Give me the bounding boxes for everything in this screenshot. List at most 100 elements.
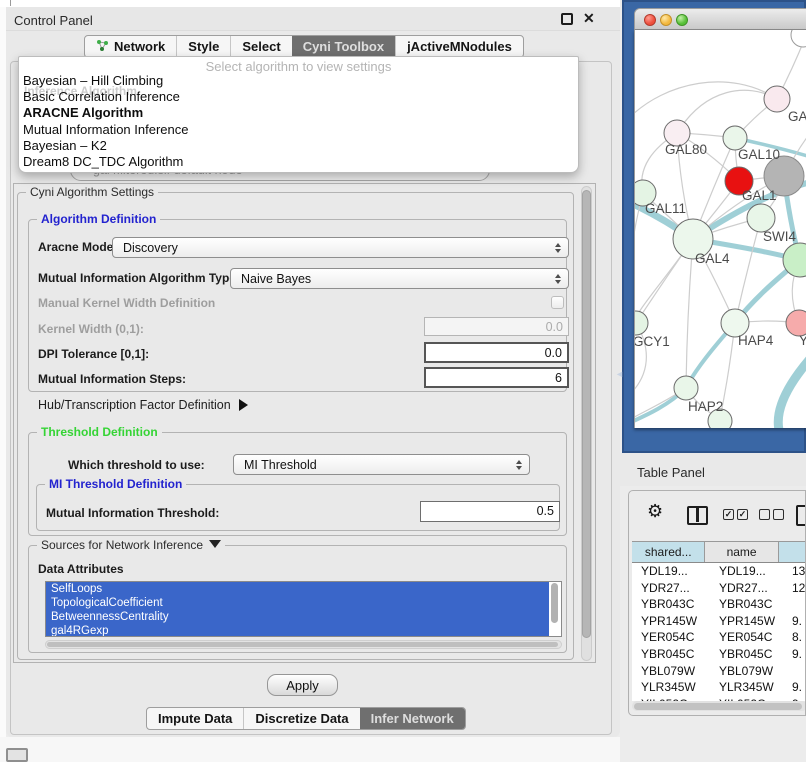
cell: 9. xyxy=(788,613,806,630)
mi-algorithm-type-value: Naive Bayes xyxy=(241,272,311,286)
mi-algorithm-type-combobox[interactable]: Naive Bayes xyxy=(230,268,569,289)
threshold-definition-title: Threshold Definition xyxy=(37,425,162,439)
float-panel-icon[interactable] xyxy=(561,13,573,25)
tab-network[interactable]: Network xyxy=(85,36,176,57)
tab-impute-label: Impute Data xyxy=(158,711,232,726)
split-panel-icon[interactable] xyxy=(687,506,708,525)
node-labels: GAL GAL80 GAL10 GAL1 GAL11 SWI4 GAL4 GCY… xyxy=(635,109,806,414)
cell: YDR27... xyxy=(632,580,710,597)
checked-box-icon[interactable]: ✓ xyxy=(737,509,748,520)
network-window-titlebar[interactable] xyxy=(634,8,806,30)
mi-threshold-label: Mutual Information Threshold: xyxy=(46,506,219,520)
top-strip xyxy=(0,0,620,7)
aracne-mode-value: Discovery xyxy=(123,241,178,255)
menu-item-aracne[interactable]: ARACNE Algorithm xyxy=(23,105,143,120)
tab-infer-network[interactable]: Infer Network xyxy=(360,708,465,729)
apply-button-label: Apply xyxy=(286,678,319,693)
unchecked-box-icon[interactable] xyxy=(759,509,770,520)
table-row[interactable]: YPR145WYPR145W9. xyxy=(632,613,806,630)
cell: YPR145W xyxy=(632,613,710,630)
docked-panel-icon[interactable] xyxy=(6,748,28,762)
column-header-shared-name[interactable]: shared... xyxy=(632,542,705,562)
tab-select[interactable]: Select xyxy=(230,36,291,57)
table-panel-title: Table Panel xyxy=(637,465,705,480)
panel-title: Control Panel xyxy=(14,13,93,28)
apply-button[interactable]: Apply xyxy=(267,674,338,696)
table-row[interactable]: YLR345WYLR345W9. xyxy=(632,679,806,696)
cell: YLR345W xyxy=(632,679,710,696)
list-item[interactable]: TopologicalCoefficient xyxy=(46,596,549,610)
gear-icon[interactable]: ⚙ xyxy=(647,502,663,520)
mi-threshold-field[interactable]: 0.5 xyxy=(420,501,560,522)
column-header-partial[interactable] xyxy=(779,542,806,562)
kernel-width-field[interactable]: 0.0 xyxy=(424,317,569,336)
mac-minimize-button[interactable] xyxy=(660,14,672,26)
algorithm-definition-title: Algorithm Definition xyxy=(37,212,160,226)
tab-discretize-data[interactable]: Discretize Data xyxy=(243,708,359,729)
list-vertical-scrollbar[interactable] xyxy=(551,583,558,623)
table-row[interactable]: YBL079WYBL079W xyxy=(632,663,806,680)
list-item[interactable]: gal4RGexp xyxy=(46,624,549,637)
tab-cyni-toolbox[interactable]: Cyni Toolbox xyxy=(292,36,395,57)
tab-style[interactable]: Style xyxy=(176,36,230,57)
label-gal10: GAL10 xyxy=(738,147,780,162)
table-horizontal-scrollbar[interactable] xyxy=(632,701,806,711)
sources-title-label: Sources for Network Inference xyxy=(41,538,203,552)
cell: YBR045C xyxy=(632,646,710,663)
unchecked-box-icon[interactable] xyxy=(773,509,784,520)
mac-zoom-button[interactable] xyxy=(676,14,688,26)
dock-panel-icon[interactable] xyxy=(796,505,806,526)
mac-close-button[interactable] xyxy=(644,14,656,26)
manual-kernel-width-checkbox[interactable] xyxy=(551,296,564,309)
table-row[interactable]: YDR27...YDR27...12 xyxy=(632,580,806,597)
label-gal11: GAL11 xyxy=(645,201,686,216)
settings-scrollbar-thumb[interactable] xyxy=(582,190,591,638)
table-row[interactable]: YBR043CYBR043C xyxy=(632,596,806,613)
dpi-tolerance-field[interactable]: 0.0 xyxy=(424,342,569,363)
list-item[interactable]: SelfLoops xyxy=(46,582,549,596)
aracne-mode-combobox[interactable]: Discovery xyxy=(112,237,569,258)
network-icon xyxy=(96,39,109,55)
list-item[interactable]: BetweennessCentrality xyxy=(46,610,549,624)
table-row[interactable]: YBR045CYBR045C9. xyxy=(632,646,806,663)
cell: YBR043C xyxy=(710,596,788,613)
tab-jactivemnodules[interactable]: jActiveMNodules xyxy=(395,36,523,57)
sources-group-title[interactable]: Sources for Network Inference xyxy=(37,538,225,552)
menu-item-bayesian-k2[interactable]: Bayesian – K2 xyxy=(23,138,107,153)
column-header-name[interactable]: name xyxy=(705,542,778,562)
tab-impute-data[interactable]: Impute Data xyxy=(147,708,243,729)
mi-steps-field[interactable]: 6 xyxy=(424,367,569,388)
label-hap4: HAP4 xyxy=(738,333,774,348)
menu-item-dream8[interactable]: Dream8 DC_TDC Algorithm xyxy=(23,154,183,169)
table-row[interactable]: YER054CYER054C8. xyxy=(632,629,806,646)
data-attributes-list: SelfLoops TopologicalCoefficient Between… xyxy=(45,581,562,637)
tab-cyni-label: Cyni Toolbox xyxy=(303,39,384,54)
node-gcy1[interactable] xyxy=(635,311,648,335)
tab-select-label: Select xyxy=(242,39,280,54)
panel-splitter-handle[interactable]: ◄ xyxy=(615,369,624,379)
cell: 12 xyxy=(788,580,806,597)
node-swi4[interactable] xyxy=(747,204,775,232)
table-row[interactable]: YDL19...YDL19...13 xyxy=(632,563,806,580)
hub-definition-toggle[interactable]: Hub/Transcription Factor Definition xyxy=(38,398,248,412)
cell: 9. xyxy=(788,646,806,663)
network-canvas[interactable]: GAL GAL80 GAL10 GAL1 GAL11 SWI4 GAL4 GCY… xyxy=(634,30,806,428)
which-threshold-combobox[interactable]: MI Threshold xyxy=(233,454,530,475)
scrollbar-thumb[interactable] xyxy=(634,703,802,710)
close-icon[interactable]: ✕ xyxy=(583,10,595,27)
menu-item-basic-correlation[interactable]: Basic Correlation Inference xyxy=(23,89,180,104)
node-partial-top[interactable] xyxy=(791,30,806,47)
splitter-tick[interactable] xyxy=(10,0,11,6)
cell: YLR345W xyxy=(710,679,788,696)
label-gcy1: GCY1 xyxy=(635,334,670,349)
checked-box-icon[interactable]: ✓ xyxy=(723,509,734,520)
table-panel: ⚙ ✓ ✓ shared... name YDL19...YDL19...13 … xyxy=(628,490,806,716)
scrollbar-thumb[interactable] xyxy=(47,642,558,647)
kernel-width-label: Kernel Width (0,1): xyxy=(38,322,144,336)
node-gal-partial[interactable] xyxy=(764,86,790,112)
menu-item-bayesian-hill[interactable]: Bayesian – Hill Climbing xyxy=(23,73,163,88)
menu-item-mutual-information[interactable]: Mutual Information Inference xyxy=(23,122,188,137)
cell: 8. xyxy=(788,629,806,646)
list-horizontal-scrollbar[interactable] xyxy=(45,640,562,649)
node-hap2[interactable] xyxy=(674,376,698,400)
